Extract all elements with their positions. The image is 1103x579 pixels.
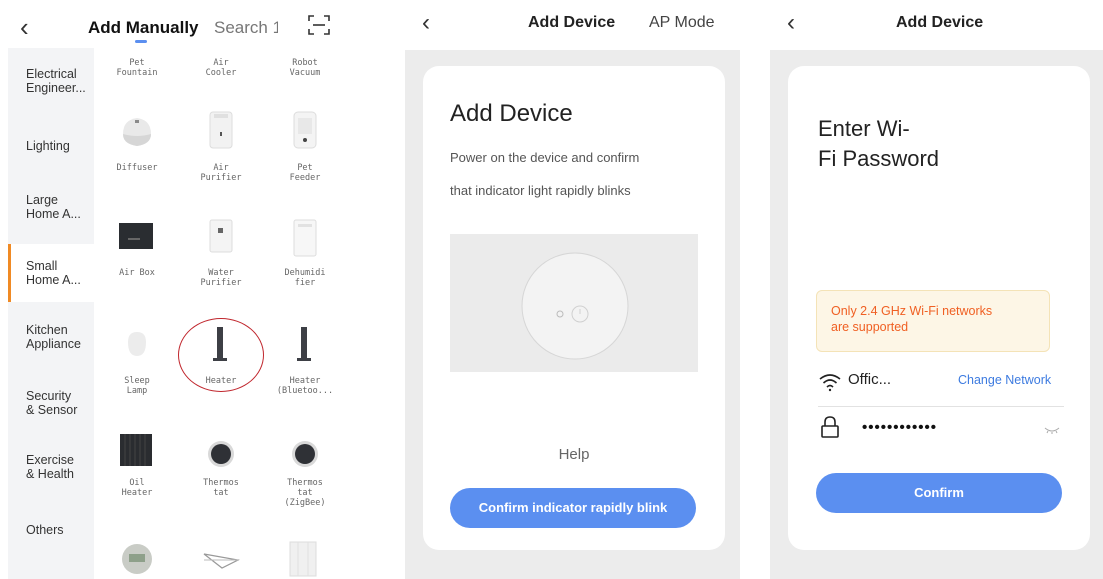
device-robot-vacuum[interactable]: Robot Vacuum [270,58,340,78]
wifi-card: Enter Wi- Fi Password Only 2.4 GHz Wi-Fi… [788,66,1090,550]
diffuser-icon [123,118,151,146]
heading-line-2: Fi Password [818,146,940,171]
back-chevron-icon[interactable]: ‹ [422,9,430,37]
category-label: Small Home A... [26,259,81,287]
category-label: Kitchen Appliance [26,323,81,351]
lock-icon [821,416,839,438]
highlight-circle [178,318,264,392]
confirm-button[interactable]: Confirm [816,473,1062,513]
device-water-purifier[interactable]: Water Purifier [186,268,256,288]
category-label: Security & Sensor [26,389,78,417]
back-chevron-icon[interactable]: ‹ [20,14,29,40]
page-title: Add Device [528,14,616,31]
device-catalog-screen: ‹ Add Manually Search 1 Electrical Engin… [0,0,365,579]
device-diffuser[interactable]: Diffuser [102,163,172,173]
category-label: Others [26,523,64,537]
category-sidebar: Electrical Engineer... Lighting Large Ho… [8,48,94,579]
device-air-purifier[interactable]: Air Purifier [186,163,256,183]
device-air-cooler[interactable]: Air Cooler [186,58,256,78]
help-link[interactable]: Help [423,446,725,463]
category-label: Large Home A... [26,193,81,221]
category-electrical-engineering[interactable]: Electrical Engineer... [8,64,94,104]
wifi-icon [819,374,841,392]
category-exercise-health[interactable]: Exercise & Health [8,450,94,490]
thermostat-zigbee-icon [292,441,318,467]
category-label: Exercise & Health [26,453,74,481]
nav-bar: ‹ Add Device AP Mode [405,0,740,50]
thermostat-icon [208,441,234,467]
device-dehumidifier[interactable]: Dehumidi fier [270,268,340,288]
category-others[interactable]: Others [8,518,94,548]
dehumidifier-icon [293,219,317,257]
password-input[interactable]: •••••••••••• [862,419,937,436]
network-name: Offic... [848,371,892,388]
change-network-link[interactable]: Change Network [958,373,1051,387]
category-small-home-appliance[interactable]: Small Home A... [8,244,94,302]
device-sleep-lamp[interactable]: Sleep Lamp [102,376,172,396]
indicator-light-illustration-icon [521,252,629,360]
curtain-motor-icon [203,553,240,569]
network-row: Offic... Change Network [818,366,1064,407]
scan-icon[interactable] [308,15,330,35]
oil-heater-icon [120,434,152,466]
tab-add-manually[interactable]: Add Manually [88,18,199,38]
device-illustration [450,234,698,372]
device-pet-fountain[interactable]: Pet Fountain [102,58,172,78]
selected-category-indicator [8,244,11,302]
card-heading: Add Device [450,100,573,127]
device-thermostat[interactable]: Thermos tat [186,478,256,498]
category-security-sensor[interactable]: Security & Sensor [8,386,94,426]
hide-password-eye-icon[interactable] [1044,426,1060,434]
password-row: •••••••••••• [818,412,1064,452]
confirm-indicator-button[interactable]: Confirm indicator rapidly blink [450,488,696,528]
tab-search[interactable]: Search 1 [214,18,278,38]
air-box-icon [119,223,153,249]
water-purifier-icon [209,219,233,253]
category-label: Electrical Engineer... [26,67,86,95]
nav-bar: ‹ Add Device [770,0,1103,50]
air-purifier-icon [209,111,233,149]
instruction-line-2: that indicator light rapidly blinks [450,183,631,198]
device-air-box[interactable]: Air Box [102,268,172,278]
instruction-card: Add Device Power on the device and confi… [423,66,725,550]
back-chevron-icon[interactable]: ‹ [787,9,795,37]
add-device-confirm-screen: ‹ Add Device AP Mode Add Device Power on… [405,0,740,579]
category-lighting[interactable]: Lighting [8,130,94,160]
wifi-warning-tooltip: Only 2.4 GHz Wi-Fi networks are supporte… [816,290,1050,352]
device-oil-heater[interactable]: Oil Heater [102,478,172,498]
category-kitchen-appliance[interactable]: Kitchen Appliance [8,320,94,360]
active-tab-indicator [135,40,147,43]
device-pet-feeder[interactable]: Pet Feeder [270,163,340,183]
pet-feeder-icon [293,111,317,149]
category-label: Lighting [26,139,70,153]
wifi-password-screen: ‹ Add Device Enter Wi- Fi Password Only … [770,0,1103,579]
device-thermostat-zigbee[interactable]: Thermos tat (ZigBee) [270,478,340,508]
page-title: Add Device [896,14,984,31]
instruction-line-1: Power on the device and confirm [450,150,640,165]
curtain-icon [289,541,317,577]
sleep-lamp-icon [128,332,146,356]
category-large-home-appliance[interactable]: Large Home A... [8,188,94,228]
heater-bluetooth-icon [297,327,311,361]
device-heater-bluetooth[interactable]: Heater (Bluetoo... [270,376,340,396]
ap-mode-button[interactable]: AP Mode [649,14,715,32]
heading-line-1: Enter Wi- [818,116,910,141]
smart-meter-icon [122,544,152,574]
